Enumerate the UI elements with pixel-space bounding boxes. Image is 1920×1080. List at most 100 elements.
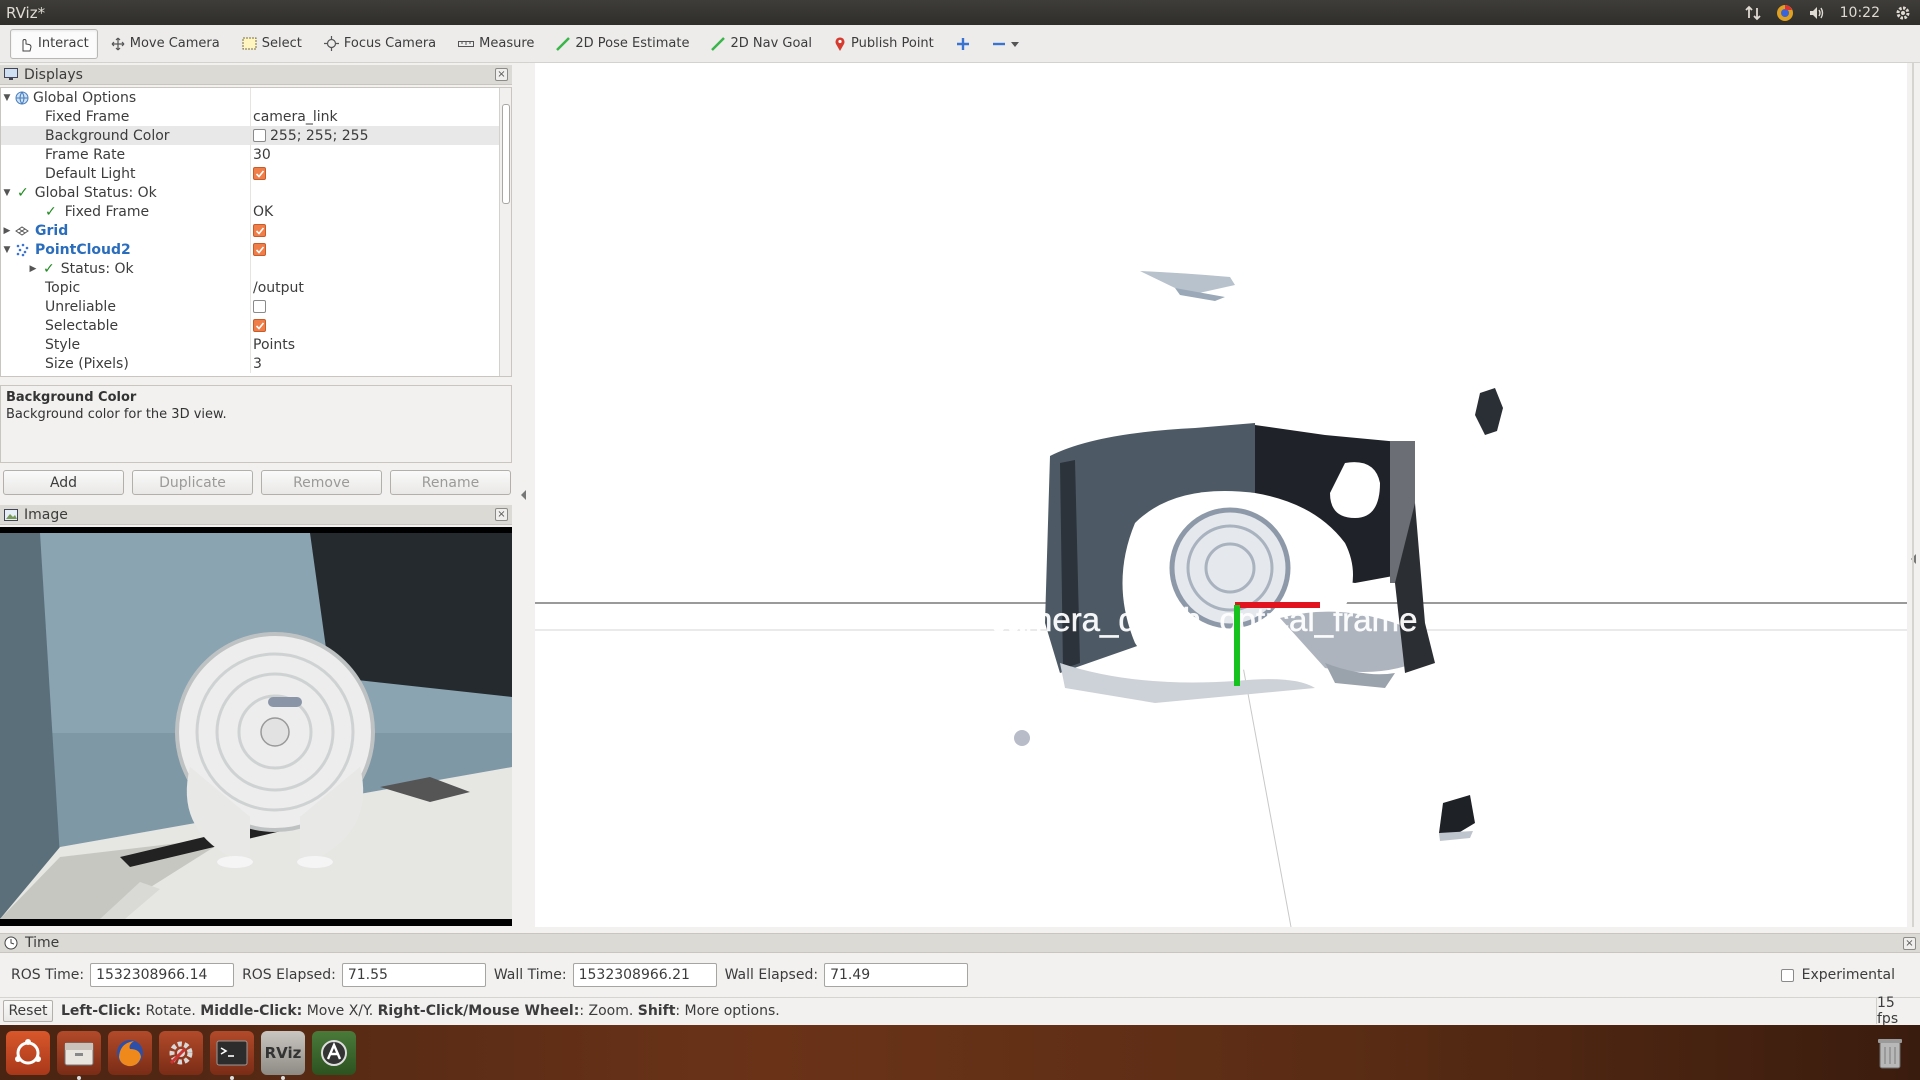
image-close-button[interactable]: × <box>495 508 508 521</box>
select-icon <box>242 37 257 50</box>
system-gear-icon[interactable] <box>1894 4 1912 22</box>
fixed-frame-label: Fixed Frame <box>45 108 130 125</box>
frame-rate-value[interactable]: 30 <box>253 147 271 163</box>
grid-enabled-checkbox[interactable] <box>253 224 266 237</box>
remove-display-button[interactable]: Remove <box>261 470 382 495</box>
rename-display-button[interactable]: Rename <box>390 470 511 495</box>
scrollbar-thumb[interactable] <box>502 104 510 204</box>
file-manager-icon[interactable] <box>57 1030 101 1080</box>
pose-estimate-tool-button[interactable]: 2D Pose Estimate <box>547 29 698 59</box>
tree-row-frame-rate[interactable]: Frame Rate 30 <box>1 145 511 164</box>
render-view-3d[interactable]: camera_depth_optical_frame <box>535 63 1907 927</box>
expand-arrow-icon[interactable]: ▼ <box>1 188 13 198</box>
globe-icon <box>15 91 29 104</box>
rviz-icon[interactable]: RViz <box>261 1030 305 1080</box>
tree-row-fixed-frame-status[interactable]: ✓ Fixed Frame OK <box>1 202 511 221</box>
hint-left-click: Left-Click: <box>61 1003 142 1019</box>
clock[interactable]: 10:22 <box>1840 5 1880 21</box>
collapse-arrow-icon[interactable]: ▶ <box>27 264 39 274</box>
tree-row-default-light[interactable]: Default Light <box>1 164 511 183</box>
image-panel-header: Image × <box>0 505 512 525</box>
focus-camera-icon <box>323 36 339 51</box>
tree-row-background-color[interactable]: Background Color 255; 255; 255 <box>1 126 511 145</box>
focus-camera-label: Focus Camera <box>343 36 437 51</box>
volume-icon[interactable] <box>1808 4 1826 22</box>
ros-time-label: ROS Time: <box>11 967 85 983</box>
topic-value[interactable]: /output <box>253 280 304 296</box>
fixed-frame-status-value: OK <box>253 203 274 220</box>
hint-middle-click-action: Move X/Y. <box>302 1003 378 1019</box>
add-tool-button[interactable] <box>947 29 979 59</box>
interact-label: Interact <box>38 36 89 51</box>
style-label: Style <box>45 336 81 353</box>
pointcloud2-enabled-checkbox[interactable] <box>253 243 266 256</box>
size-pixels-value[interactable]: 3 <box>253 356 262 372</box>
move-camera-label: Move Camera <box>129 36 220 51</box>
collapse-arrow-icon[interactable]: ▶ <box>1 226 13 236</box>
tree-row-pointcloud-status[interactable]: ▶ ✓ Status: Ok <box>1 259 511 278</box>
time-panel-header: Time × <box>0 933 1920 953</box>
tree-scrollbar[interactable] <box>499 88 511 376</box>
hint-left-click-action: Rotate. <box>141 1003 201 1019</box>
topic-label: Topic <box>45 279 81 296</box>
system-top-bar: RViz* 10:22 <box>0 0 1920 25</box>
right-splitter[interactable] <box>1907 63 1920 927</box>
tree-row-fixed-frame[interactable]: Fixed Frame camera_link <box>1 107 511 126</box>
software-updater-icon[interactable] <box>312 1030 356 1075</box>
time-close-button[interactable]: × <box>1903 936 1916 950</box>
tree-row-style[interactable]: Style Points <box>1 335 511 354</box>
move-camera-tool-button[interactable]: Move Camera <box>102 29 229 59</box>
nav-goal-icon <box>711 36 726 51</box>
tree-row-selectable[interactable]: Selectable <box>1 316 511 335</box>
tree-row-global-status[interactable]: ▼ ✓ Global Status: Ok <box>1 183 511 202</box>
focus-camera-tool-button[interactable]: Focus Camera <box>315 29 445 59</box>
network-icon[interactable] <box>1744 4 1762 22</box>
default-light-checkbox[interactable] <box>253 167 266 180</box>
select-tool-button[interactable]: Select <box>233 29 311 59</box>
plus-icon <box>956 37 969 50</box>
tree-row-size-pixels[interactable]: Size (Pixels) 3 <box>1 354 511 373</box>
selectable-checkbox[interactable] <box>253 319 266 332</box>
tree-row-unreliable[interactable]: Unreliable <box>1 297 511 316</box>
tree-row-topic[interactable]: Topic /output <box>1 278 511 297</box>
terminal-icon[interactable] <box>210 1030 254 1080</box>
panel-splitter[interactable] <box>516 63 532 927</box>
duplicate-display-button[interactable]: Duplicate <box>132 470 253 495</box>
ros-elapsed-field[interactable]: 71.55 <box>341 963 486 987</box>
wall-time-label: Wall Time: <box>493 967 567 983</box>
fixed-frame-value[interactable]: camera_link <box>253 109 338 125</box>
rviz-taskbar-label: RViz <box>264 1043 302 1062</box>
interact-tool-button[interactable]: Interact <box>10 28 98 59</box>
reset-button[interactable]: Reset <box>3 1000 53 1022</box>
publish-point-icon <box>835 36 845 51</box>
chrome-indicator-icon[interactable] <box>1776 4 1794 22</box>
wall-time-field[interactable]: 1532308966.21 <box>572 963 717 987</box>
tree-row-global-options[interactable]: ▼ Global Options <box>1 88 511 107</box>
experimental-checkbox[interactable] <box>1780 968 1794 982</box>
clock-icon <box>4 936 18 950</box>
firefox-icon[interactable] <box>108 1030 152 1075</box>
unreliable-checkbox[interactable] <box>253 300 266 313</box>
color-swatch[interactable] <box>253 129 266 142</box>
ros-time-field[interactable]: 1532308966.14 <box>90 963 235 987</box>
expand-arrow-icon[interactable]: ▼ <box>1 93 13 103</box>
expand-arrow-icon[interactable]: ▼ <box>1 245 13 255</box>
displays-close-button[interactable]: × <box>495 68 508 81</box>
tree-row-grid[interactable]: ▶ Grid <box>1 221 511 240</box>
measure-tool-button[interactable]: Measure <box>449 29 543 59</box>
style-value[interactable]: Points <box>253 337 295 353</box>
publish-point-tool-button[interactable]: Publish Point <box>825 29 943 59</box>
status-bar: Reset Left-Click: Rotate. Middle-Click: … <box>0 995 1920 1027</box>
wall-elapsed-field[interactable]: 71.49 <box>824 963 969 987</box>
settings-icon[interactable] <box>159 1030 203 1075</box>
remove-tool-dropdown[interactable] <box>983 29 1028 59</box>
ubuntu-dash-icon[interactable] <box>6 1030 50 1075</box>
nav-goal-tool-button[interactable]: 2D Nav Goal <box>702 29 821 59</box>
background-color-value[interactable]: 255; 255; 255 <box>270 128 369 144</box>
experimental-toggle[interactable]: Experimental <box>1780 967 1920 983</box>
tree-row-pointcloud2[interactable]: ▼ PointCloud2 <box>1 240 511 259</box>
displays-tree: ▼ Global Options Fixed Frame camera_link… <box>0 87 512 377</box>
add-display-button[interactable]: Add <box>3 470 124 495</box>
system-tray: 10:22 <box>1744 4 1920 22</box>
trash-icon[interactable] <box>1868 1031 1912 1075</box>
